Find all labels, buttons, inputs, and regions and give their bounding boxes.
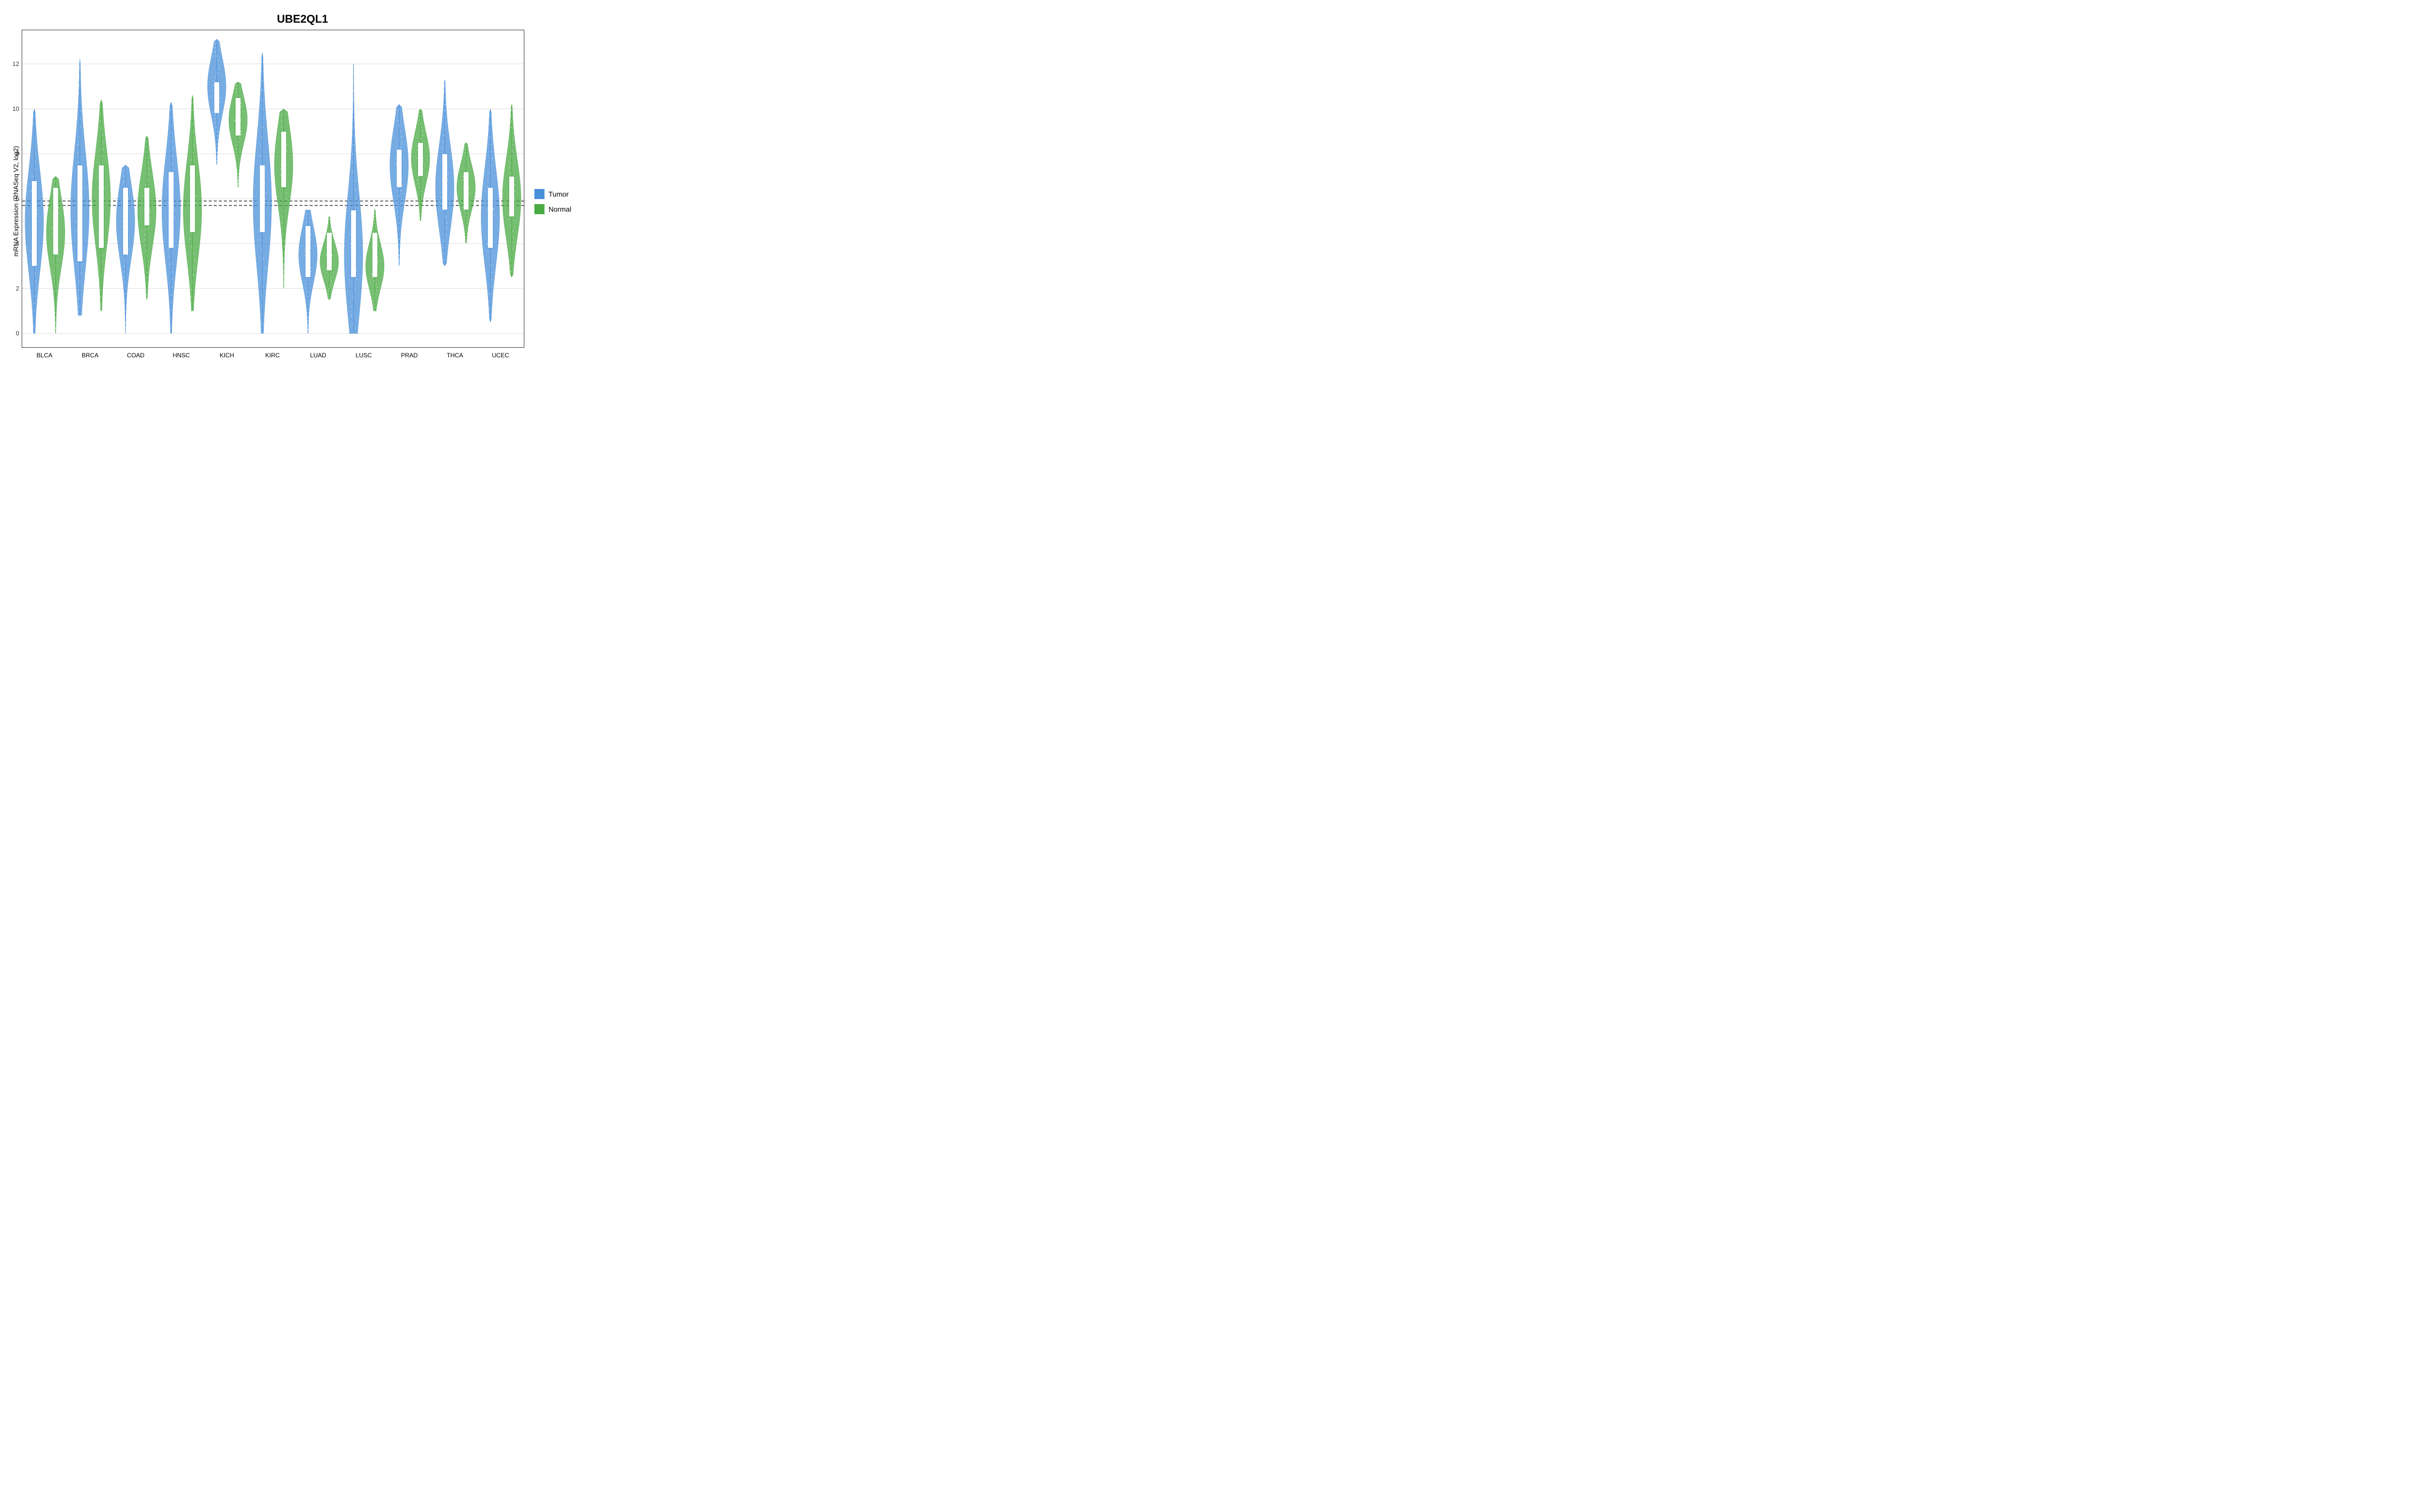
legend-label-tumor: Tumor [549,190,569,198]
plot-area: 024681012 [22,30,524,348]
svg-text:6: 6 [16,195,19,202]
legend-item-normal: Normal [534,204,595,214]
legend-box-tumor [534,189,544,199]
plot-area-wrapper: 024681012 BLCA BRCA COAD HNSC KICH KIRC LUAD LU… [22,30,524,373]
chart-title: UBE2QL1 [277,13,328,26]
x-axis-label-LUSC: LUSC [353,352,374,359]
x-axis-label-KICH: KICH [217,352,237,359]
svg-text:10: 10 [13,105,20,112]
x-axis-label-KIRC: KIRC [263,352,283,359]
svg-text:8: 8 [16,150,19,157]
x-axis-label-LUAD: LUAD [308,352,328,359]
x-axis-label-THCA: THCA [445,352,465,359]
x-axis-label-COAD: COAD [126,352,146,359]
x-axis-label-PRAD: PRAD [399,352,419,359]
x-axis-container: BLCA BRCA COAD HNSC KICH KIRC LUAD LUSC PRAD THCA… [22,348,524,373]
x-axis-label-HNSC: HNSC [171,352,192,359]
chart-container: UBE2QL1 mRNA Expression (RNASeq V2, log2… [10,8,595,370]
legend: Tumor Normal [524,30,595,373]
x-axis-label-BRCA: BRCA [80,352,100,359]
x-axis-label-UCEC: UCEC [491,352,511,359]
legend-item-tumor: Tumor [534,189,595,199]
svg-text:4: 4 [16,240,19,247]
legend-box-normal [534,204,544,214]
svg-text:12: 12 [13,60,20,68]
svg-text:0: 0 [16,330,19,337]
legend-label-normal: Normal [549,205,571,213]
x-axis-label-BLCA: BLCA [34,352,54,359]
chart-body: mRNA Expression (RNASeq V2, log2) 024681… [10,30,595,373]
svg-text:2: 2 [16,285,19,292]
